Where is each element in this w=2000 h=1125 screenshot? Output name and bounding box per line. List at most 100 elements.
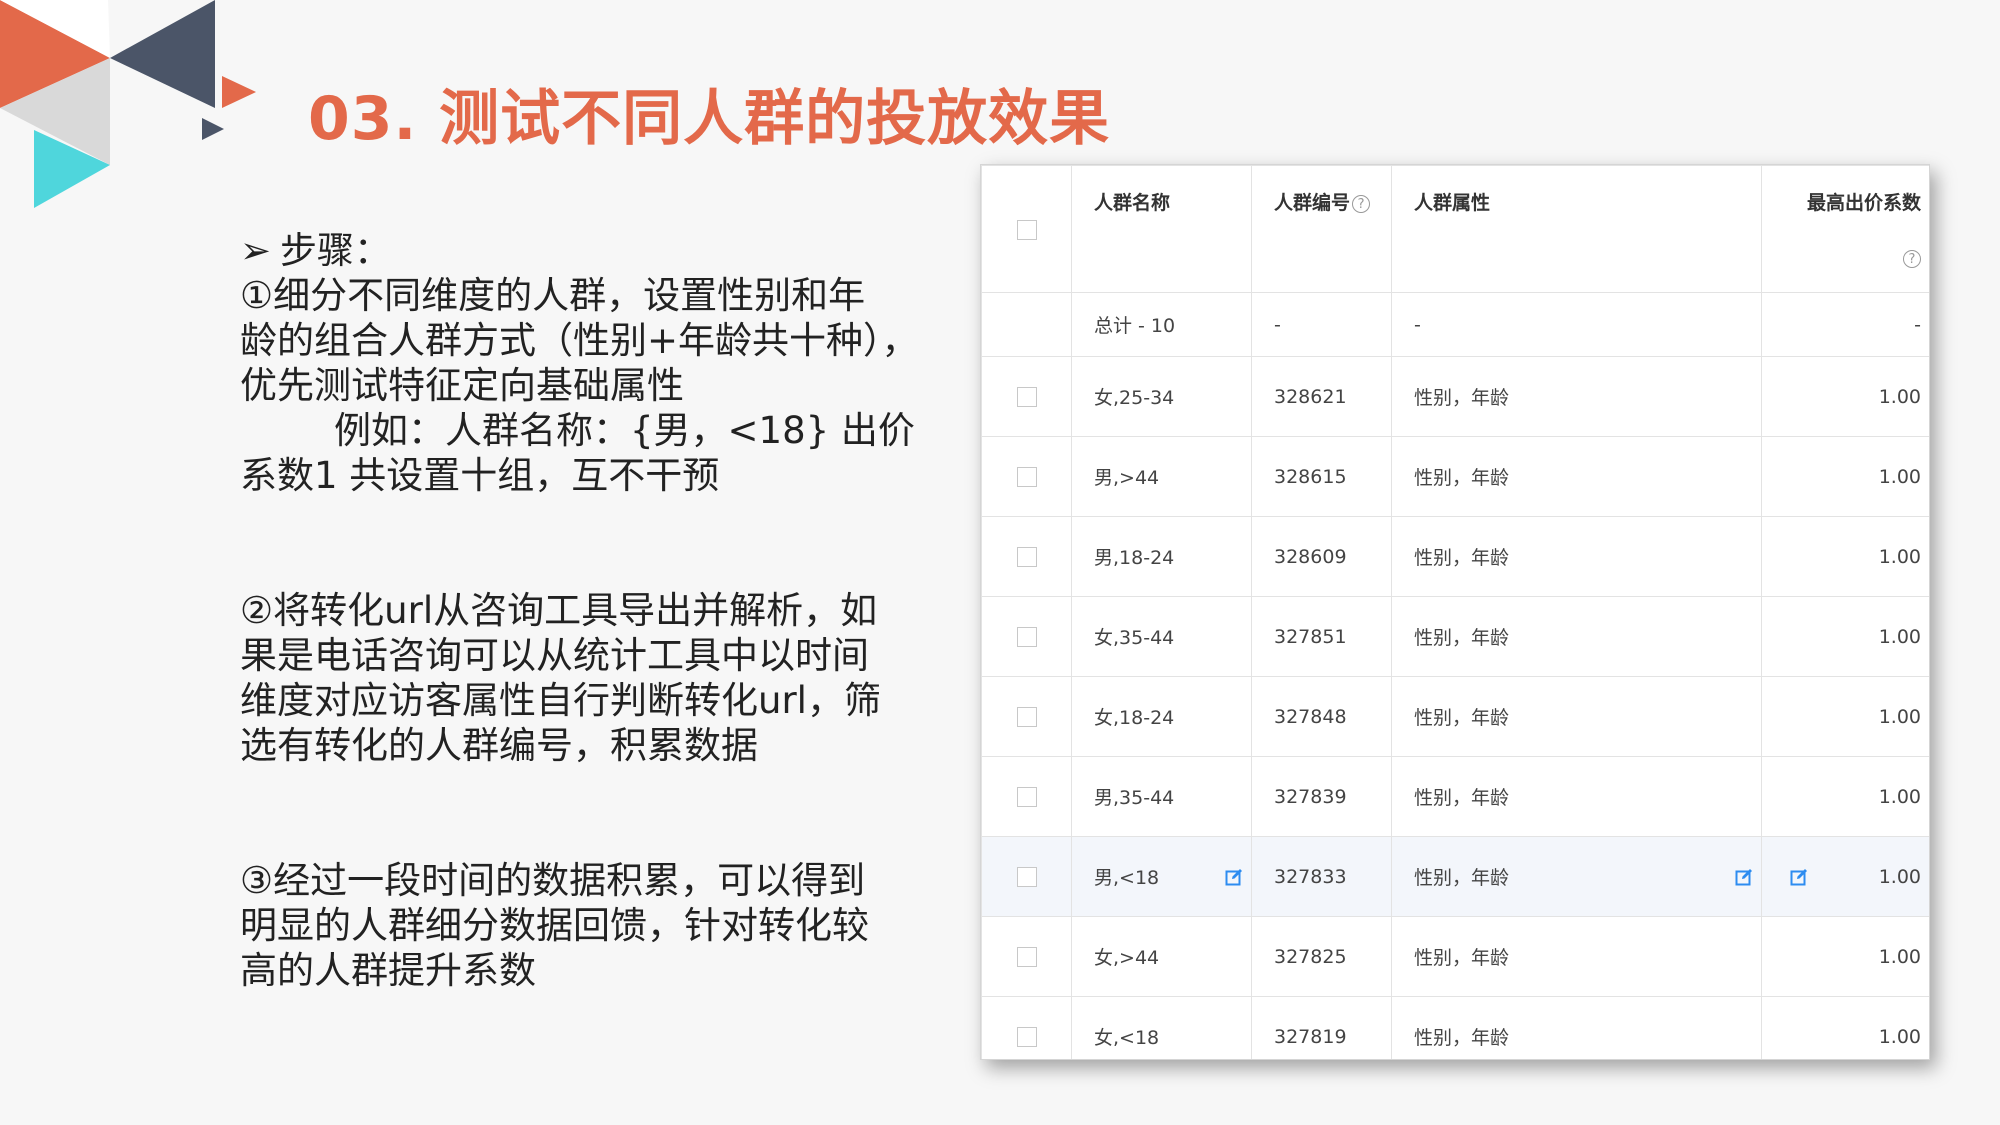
attr-cell: 性别，年龄 (1391, 756, 1762, 837)
step-1-line: 系数1 共设置十组，互不干预 (240, 454, 720, 497)
row-checkbox[interactable] (1016, 707, 1037, 727)
table-row[interactable]: 女,<18 327819 性别，年龄 1.00 (981, 996, 1929, 1059)
column-header-id[interactable]: 人群编号? (1251, 165, 1392, 293)
attr-cell: 性别，年龄 (1391, 996, 1762, 1059)
row-checkbox[interactable] (1016, 387, 1037, 407)
table-row[interactable]: 男,35-44 327839 性别，年龄 1.00 (981, 756, 1929, 837)
attr-cell: 性别，年龄 (1391, 916, 1762, 997)
row-check-cell (981, 516, 1072, 597)
audience-attr: 性别，年龄 (1414, 947, 1510, 969)
table-header-row: 人群名称 人群编号? 人群属性 最高出价系数? (981, 165, 1929, 293)
column-header-id-label: 人群编号 (1274, 192, 1351, 214)
audience-name: 女,25-34 (1094, 387, 1175, 409)
table-row[interactable]: 女,35-44 327851 性别，年龄 1.00 (981, 596, 1929, 677)
total-row: 总计 - 10 - - - (981, 292, 1929, 357)
column-header-bid[interactable]: 最高出价系数? (1761, 165, 1929, 293)
bid-cell: 1.00 (1761, 996, 1929, 1059)
row-check-cell (981, 676, 1072, 757)
corner-decoration (0, 0, 256, 208)
row-check-cell (981, 436, 1072, 517)
name-cell: 男,18-24 (1071, 516, 1252, 597)
attr-cell: 性别，年龄 (1391, 596, 1762, 677)
name-cell: 男,>44 (1071, 436, 1252, 517)
audience-id: 328621 (1274, 385, 1347, 408)
column-header-bid-label: 最高出价系数 (1806, 192, 1921, 214)
page-title: 03. 测试不同人群的投放效果 (308, 84, 1111, 154)
steps-heading: ➢ 步骤： (240, 228, 940, 273)
select-all-checkbox[interactable] (1016, 219, 1037, 240)
id-cell: 328609 (1251, 516, 1392, 597)
row-checkbox[interactable] (1016, 467, 1037, 487)
row-checkbox[interactable] (1016, 867, 1037, 887)
edit-icon[interactable] (1225, 868, 1243, 886)
row-check-cell (981, 756, 1072, 837)
step-3-line: 明显的人群细分数据回馈，针对转化较 (240, 904, 869, 947)
edit-icon[interactable] (1790, 868, 1808, 886)
bid-cell: 1.00 (1761, 516, 1929, 597)
table-row[interactable]: 男,>44 328615 性别，年龄 1.00 (981, 436, 1929, 517)
id-cell: 328621 (1251, 356, 1392, 437)
table-row[interactable]: 女,25-34 328621 性别，年龄 1.00 (981, 356, 1929, 437)
bid-value: 1.00 (1878, 1025, 1921, 1048)
bid-value: 1.00 (1878, 705, 1921, 728)
step-2-line: 果是电话咨询可以从统计工具中以时间 (240, 634, 869, 677)
total-id: - (1274, 313, 1281, 336)
help-icon[interactable]: ? (1352, 194, 1371, 213)
step-3-line: ③经过一段时间的数据积累，可以得到 (240, 859, 866, 902)
row-checkbox[interactable] (1016, 627, 1037, 647)
name-cell: 男,<18 (1071, 836, 1252, 917)
audience-attr: 性别，年龄 (1414, 387, 1510, 409)
table-row[interactable]: 男,18-24 328609 性别，年龄 1.00 (981, 516, 1929, 597)
total-attr: - (1414, 313, 1421, 336)
row-check-cell (981, 836, 1072, 917)
bid-value: 1.00 (1878, 785, 1921, 808)
attr-cell: 性别，年龄 (1391, 836, 1762, 917)
table-row[interactable]: 男,<18 327833 性别，年龄 1.00 (981, 836, 1929, 917)
audience-id: 328615 (1274, 465, 1347, 488)
bid-value: 1.00 (1878, 385, 1921, 408)
arrowhead-bullet-icon: ➢ (240, 229, 272, 272)
column-header-attr[interactable]: 人群属性 (1391, 165, 1762, 293)
bid-value: 1.00 (1878, 945, 1921, 968)
row-checkbox[interactable] (1016, 1027, 1037, 1047)
total-bid-cell: - (1761, 292, 1929, 357)
bid-cell: 1.00 (1761, 436, 1929, 517)
audience-id: 327833 (1274, 865, 1347, 888)
row-checkbox[interactable] (1016, 787, 1037, 807)
audience-attr: 性别，年龄 (1414, 787, 1510, 809)
row-checkbox[interactable] (1016, 947, 1037, 967)
audience-name: 女,35-44 (1094, 627, 1175, 649)
total-name-cell: 总计 - 10 (1071, 292, 1252, 357)
audience-attr: 性别，年龄 (1414, 547, 1510, 569)
step-2-line: ②将转化url从咨询工具导出并解析，如 (240, 589, 878, 632)
step-1-example-line: 例如：人群名称：{男，<18} 出价 (334, 409, 915, 452)
help-icon[interactable]: ? (1903, 250, 1921, 268)
step-1-line: ①细分不同维度的人群，设置性别和年 (240, 274, 866, 317)
audience-attr: 性别，年龄 (1414, 627, 1510, 649)
audience-name: 男,18-24 (1094, 547, 1175, 569)
bid-cell: 1.00 (1761, 676, 1929, 757)
id-cell: 327825 (1251, 916, 1392, 997)
table-row[interactable]: 女,>44 327825 性别，年龄 1.00 (981, 916, 1929, 997)
audience-name: 男,>44 (1094, 467, 1160, 489)
id-cell: 327819 (1251, 996, 1392, 1059)
step-1-line: 优先测试特征定向基础属性 (240, 364, 684, 407)
audience-id: 328609 (1274, 545, 1347, 568)
row-check-cell (981, 916, 1072, 997)
bid-cell: 1.00 (1761, 916, 1929, 997)
audience-attr: 性别，年龄 (1414, 867, 1510, 889)
step-3-line: 高的人群提升系数 (240, 949, 536, 992)
step-1-line: 龄的组合人群方式（性别+年龄共十种）， (240, 319, 919, 362)
audience-name: 女,<18 (1094, 1027, 1160, 1049)
audience-id: 327819 (1274, 1025, 1347, 1048)
audience-attr: 性别，年龄 (1414, 707, 1510, 729)
table-row[interactable]: 女,18-24 327848 性别，年龄 1.00 (981, 676, 1929, 757)
name-cell: 女,25-34 (1071, 356, 1252, 437)
audience-table-screenshot: 人群名称 人群编号? 人群属性 最高出价系数? 总计 - 10 - - - 女,… (980, 164, 1930, 1060)
total-attr-cell: - (1391, 292, 1762, 357)
column-header-name[interactable]: 人群名称 (1071, 165, 1252, 293)
edit-icon[interactable] (1735, 868, 1753, 886)
row-checkbox[interactable] (1016, 547, 1037, 567)
step-2-line: 选有转化的人群编号，积累数据 (240, 724, 758, 767)
row-check-cell (981, 596, 1072, 677)
